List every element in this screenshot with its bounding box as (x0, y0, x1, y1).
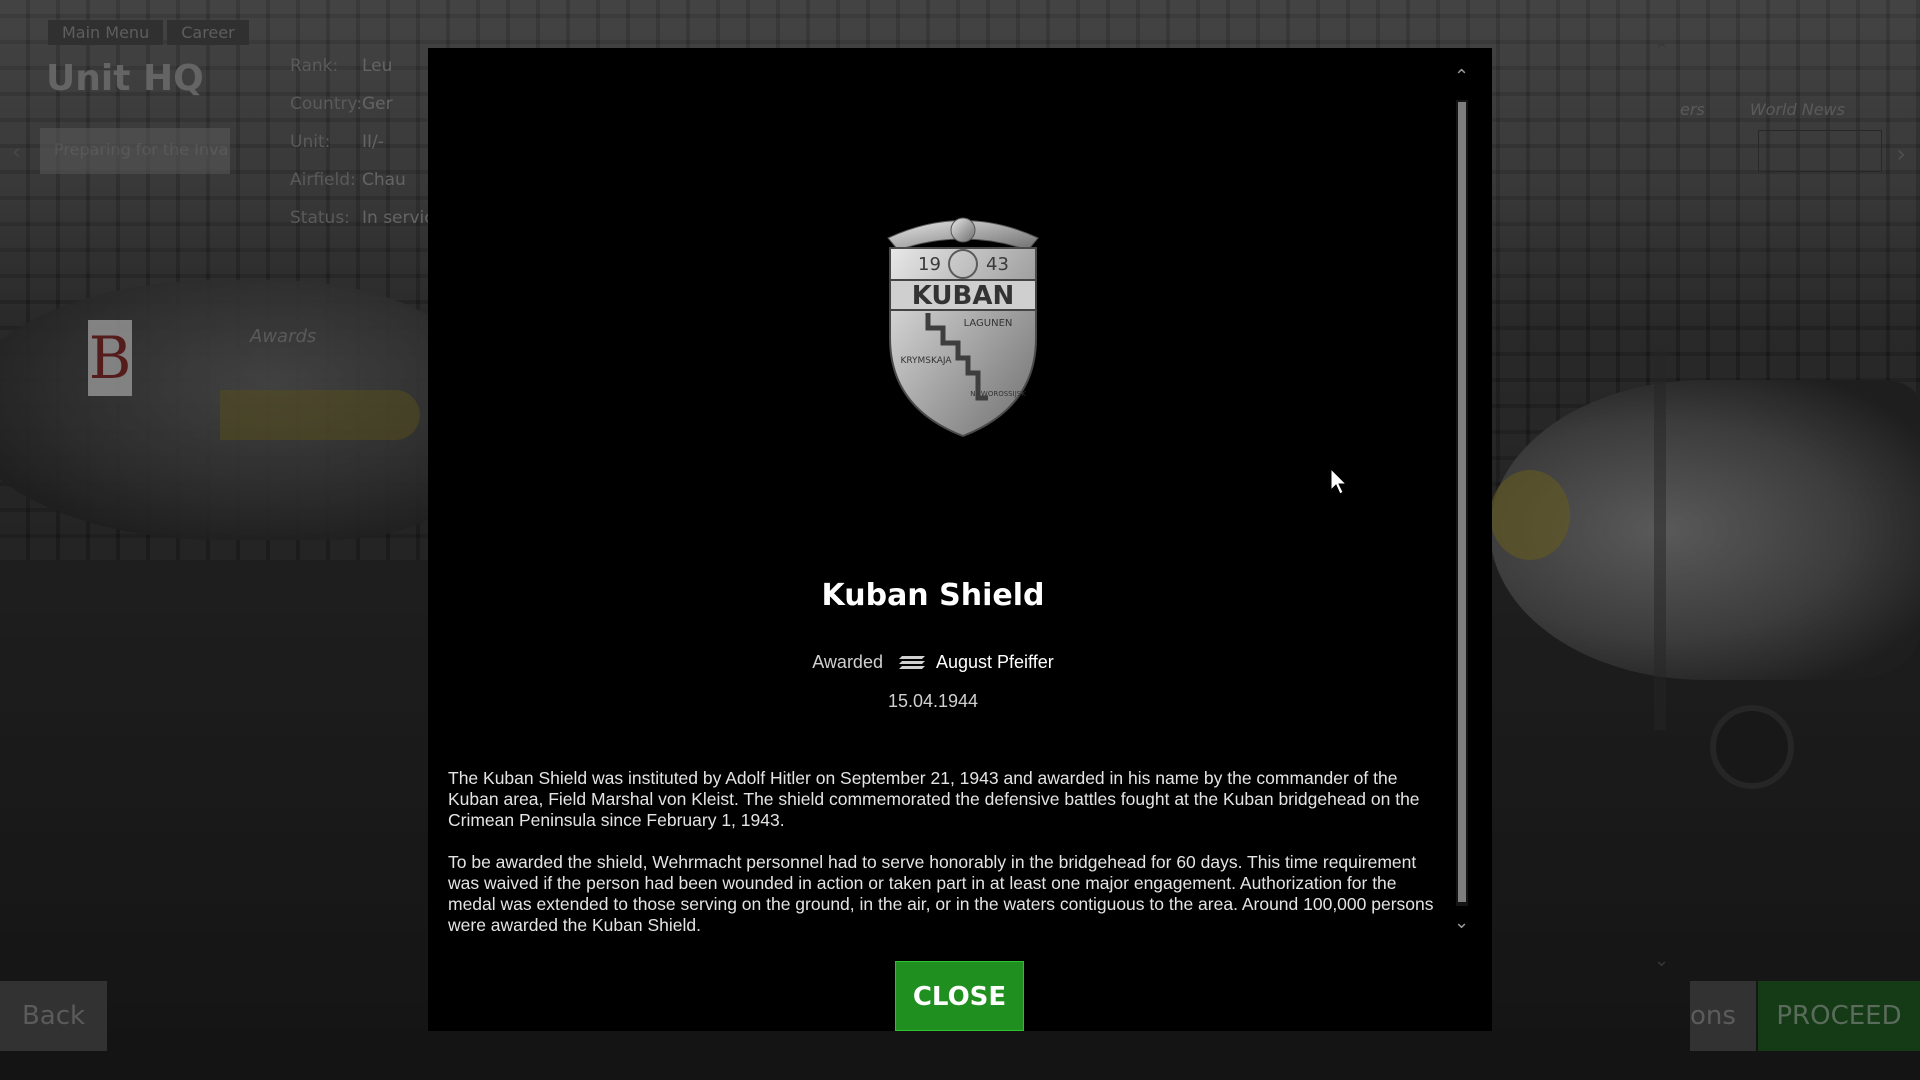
pilot-name: August Pfeiffer (936, 652, 1054, 672)
medal-place-1: LAGUNEN (964, 318, 1013, 329)
medal-year-left: 19 (918, 254, 941, 275)
awarded-prefix: Awarded (812, 652, 883, 672)
medal-year-right: 43 (986, 254, 1009, 275)
mouse-cursor-icon (1330, 468, 1348, 495)
award-date: 15.04.1944 (887, 691, 979, 711)
description-paragraph: The Kuban Shield was instituted by Adolf… (448, 768, 1420, 830)
rank-insignia-icon (898, 656, 925, 670)
medal-place-2: KRYMSKAJA (900, 356, 952, 366)
award-title: Kuban Shield (821, 578, 1045, 613)
medal-banner: KUBAN (912, 281, 1015, 311)
scrollbar-thumb[interactable] (1458, 102, 1466, 902)
awarded-line: Awarded August Pfeiffer (428, 652, 1438, 673)
scroll-up-icon[interactable]: ⌃ (1454, 66, 1469, 87)
award-dialog: ⌃ ⌄ 19 43 KUBAN LAGUNEN KRYMSKAJA NOWORO… (428, 48, 1492, 1031)
kuban-shield-image: 19 43 KUBAN LAGUNEN KRYMSKAJA NOWOROSSIJ… (887, 217, 1039, 438)
award-description: The Kuban Shield was instituted by Adolf… (448, 768, 1448, 957)
close-button[interactable]: CLOSE (895, 961, 1024, 1031)
description-paragraph: To be awarded the shield, Wehrmacht pers… (448, 852, 1434, 935)
scroll-down-icon[interactable]: ⌄ (1454, 912, 1469, 933)
